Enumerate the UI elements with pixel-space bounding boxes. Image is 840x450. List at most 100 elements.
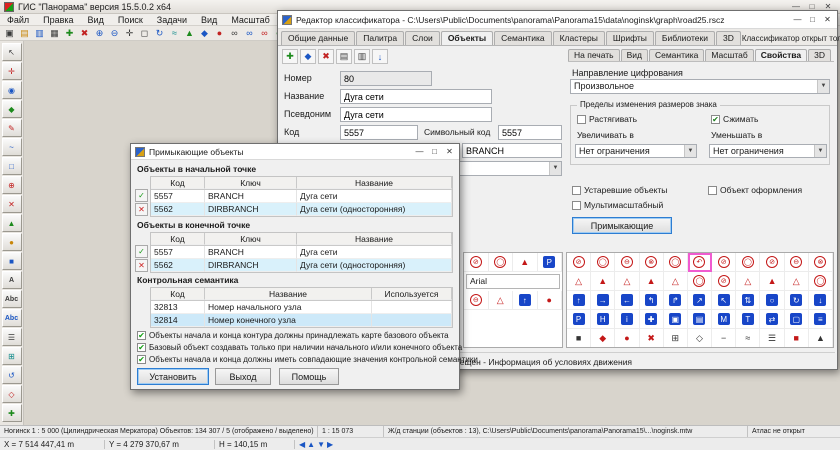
tool-button[interactable]: Abc: [2, 290, 22, 308]
menu-item[interactable]: Вид: [194, 14, 224, 26]
sign-cell[interactable]: △: [736, 272, 760, 291]
sign-cell[interactable]: ▲: [640, 272, 664, 291]
sign-cell[interactable]: △: [615, 272, 639, 291]
rule-checkbox-3[interactable]: Объекты начала и конца должны иметь совп…: [137, 355, 478, 364]
column-header[interactable]: Код: [151, 177, 205, 189]
sign-cell[interactable]: ↻: [785, 291, 809, 310]
editor-minimize-icon[interactable]: —: [790, 13, 805, 27]
editor-titlebar[interactable]: Редактор классификатора - C:\Users\Publi…: [278, 11, 837, 29]
column-header[interactable]: Код: [151, 288, 205, 300]
tool-button[interactable]: ✎: [2, 119, 22, 137]
tool-button[interactable]: ■: [2, 252, 22, 270]
increase-limit-select[interactable]: Нет ограничения ▼: [575, 144, 697, 158]
sign-cell[interactable]: ↖: [712, 291, 736, 310]
sign-cell[interactable]: ○: [760, 291, 784, 310]
toolbar-icon[interactable]: ◆: [197, 27, 212, 40]
alias-field[interactable]: [340, 107, 492, 122]
exit-button[interactable]: Выход: [215, 368, 271, 385]
tool-button[interactable]: ↺: [2, 366, 22, 384]
sign-cell[interactable]: ◯: [591, 253, 615, 272]
sign-cell[interactable]: ⊞: [664, 329, 688, 348]
tool-button[interactable]: ↖: [2, 43, 22, 61]
sign-cell[interactable]: ▲: [760, 272, 784, 291]
sign-cell[interactable]: ⊘: [760, 253, 784, 272]
editor-tab[interactable]: Шрифты: [606, 31, 654, 45]
toolbar-icon[interactable]: ∞: [242, 27, 257, 40]
symcode-field[interactable]: [498, 125, 562, 140]
table-row[interactable]: 5562 DIRBRANCH Дуга сети (односторонняя): [151, 203, 452, 216]
sign-cell[interactable]: ◯: [688, 272, 712, 291]
sign-cell[interactable]: ↑: [513, 291, 538, 310]
menu-item[interactable]: Масштаб: [224, 14, 277, 26]
column-header[interactable]: Название: [205, 288, 372, 300]
sign-cell[interactable]: ▤: [688, 310, 712, 329]
rule-checkbox-1[interactable]: Объекты начала и конца контура должны пр…: [137, 331, 449, 340]
arrow-icon[interactable]: ▲: [307, 440, 315, 449]
toolbar-icon[interactable]: ∞: [227, 27, 242, 40]
table-row[interactable]: 5557 BRANCH Дуга сети: [151, 190, 452, 203]
column-header[interactable]: Название: [297, 177, 452, 189]
toolbar-icon[interactable]: ▣: [2, 27, 17, 40]
rule-checkbox-2[interactable]: Базовый объект создавать только при нали…: [137, 343, 462, 352]
key-field[interactable]: [462, 143, 562, 158]
sign-cell[interactable]: T: [736, 310, 760, 329]
menu-item[interactable]: Вид: [81, 14, 111, 26]
tool-button[interactable]: ⊕: [2, 176, 22, 194]
sign-cell[interactable]: ●: [615, 329, 639, 348]
properties-tab[interactable]: Семантика: [649, 49, 704, 61]
tool-button[interactable]: ✛: [2, 62, 22, 80]
sign-cell[interactable]: ◆: [591, 329, 615, 348]
table-row[interactable]: 5557 BRANCH Дуга сети: [151, 246, 452, 259]
sign-cell[interactable]: i: [615, 310, 639, 329]
toolbar-icon[interactable]: ≈: [167, 27, 182, 40]
sign-cell[interactable]: ▲: [591, 272, 615, 291]
tool-button[interactable]: ☰: [2, 328, 22, 346]
multiscale-checkbox[interactable]: Мультимасштабный: [572, 200, 663, 210]
column-header[interactable]: Ключ: [205, 233, 297, 245]
editor-tab[interactable]: Слои: [405, 31, 440, 45]
menu-item[interactable]: Задачи: [150, 14, 194, 26]
toolbar-icon[interactable]: ◻: [137, 27, 152, 40]
properties-tab[interactable]: 3D: [808, 49, 831, 61]
sign-cell[interactable]: ⊖: [785, 253, 809, 272]
editor-toolbar-icon[interactable]: ↓: [372, 49, 388, 64]
editor-toolbar-icon[interactable]: ✖: [318, 49, 334, 64]
editor-tab[interactable]: 3D: [716, 31, 741, 45]
menu-item[interactable]: Поиск: [111, 14, 150, 26]
properties-tab[interactable]: Свойства: [755, 49, 807, 61]
editor-toolbar-icon[interactable]: ◆: [300, 49, 316, 64]
decrease-limit-select[interactable]: Нет ограничения ▼: [709, 144, 827, 158]
editor-toolbar-icon[interactable]: ▤: [336, 49, 352, 64]
adjacent-maximize-icon[interactable]: □: [427, 145, 442, 159]
tool-button[interactable]: ✚: [2, 404, 22, 422]
toolbar-icon[interactable]: ↻: [152, 27, 167, 40]
apply-button[interactable]: Установить: [137, 368, 209, 385]
sign-cell[interactable]: ◯: [664, 253, 688, 272]
direction-select[interactable]: Произвольное ▼: [570, 79, 830, 94]
sign-cell[interactable]: △: [489, 291, 514, 310]
editor-tab[interactable]: Палитра: [356, 31, 404, 45]
sign-cell[interactable]: ◯: [736, 253, 760, 272]
code-field[interactable]: [340, 125, 418, 140]
column-header[interactable]: Код: [151, 233, 205, 245]
arrow-icon[interactable]: ◀: [299, 440, 305, 449]
sign-cell[interactable]: P: [538, 253, 563, 272]
sign-cell[interactable]: ⊘: [567, 253, 591, 272]
sign-cell[interactable]: ⇄: [760, 310, 784, 329]
sign-cell[interactable]: ▲: [809, 329, 833, 348]
editor-tab[interactable]: Объекты: [441, 31, 493, 45]
toolbar-icon[interactable]: ∞: [257, 27, 272, 40]
tool-button[interactable]: ▲: [2, 214, 22, 232]
sign-cell[interactable]: ⊗: [640, 253, 664, 272]
table-row[interactable]: 5562 DIRBRANCH Дуга сети (односторонняя): [151, 259, 452, 272]
sign-cell[interactable]: ✚: [640, 310, 664, 329]
remove-icon[interactable]: ✕: [135, 203, 148, 216]
toolbar-icon[interactable]: ●: [212, 27, 227, 40]
column-header[interactable]: Название: [297, 233, 452, 245]
arrow-icon[interactable]: ▼: [317, 440, 325, 449]
sign-cell[interactable]: ■: [567, 329, 591, 348]
toolbar-icon[interactable]: ▦: [47, 27, 62, 40]
sign-cell[interactable]: ⊖: [615, 253, 639, 272]
editor-tab[interactable]: Общие данные: [281, 31, 355, 45]
sign-cell[interactable]: ↱: [664, 291, 688, 310]
